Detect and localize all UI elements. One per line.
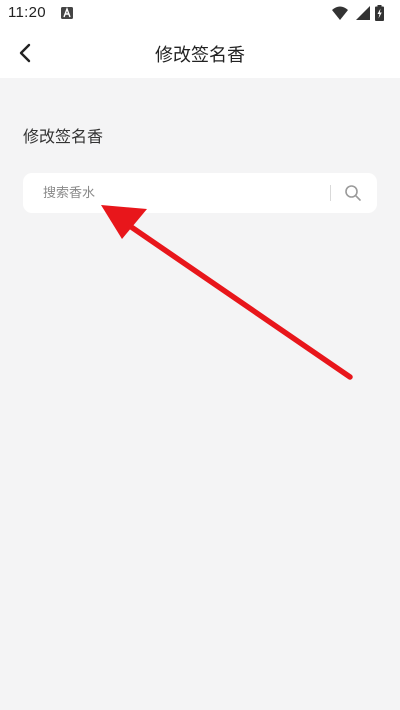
header-bar: 修改签名香 <box>0 28 400 78</box>
search-bar[interactable] <box>23 173 377 213</box>
notification-a-icon <box>61 7 73 19</box>
battery-charging-icon <box>375 5 384 21</box>
section-heading: 修改签名香 <box>23 127 104 146</box>
page-title: 修改签名香 <box>155 45 245 66</box>
search-divider <box>330 185 331 201</box>
search-input[interactable] <box>43 173 323 213</box>
app-screen: 11:20 修改签名香 修改签名香 <box>0 0 400 710</box>
status-time: 11:20 <box>8 4 46 21</box>
search-icon[interactable] <box>344 184 362 202</box>
wifi-icon <box>332 6 348 20</box>
content-area: 修改签名香 <box>0 78 400 710</box>
signal-icon <box>356 6 370 20</box>
status-bar: 11:20 <box>0 0 400 28</box>
